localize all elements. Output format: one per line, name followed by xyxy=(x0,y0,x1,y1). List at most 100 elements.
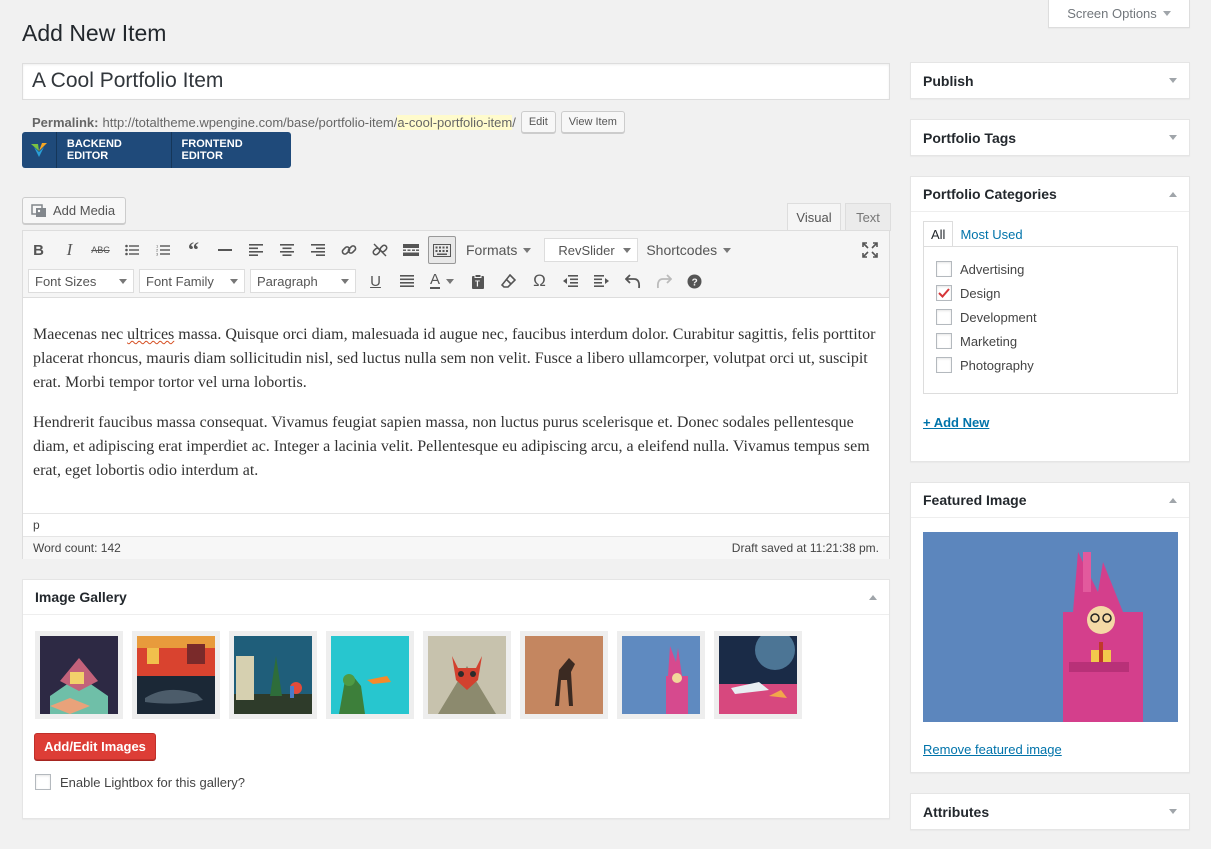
category-checkbox[interactable] xyxy=(936,261,952,277)
frontend-editor-button[interactable]: FRONTEND EDITOR xyxy=(172,132,291,168)
lightbox-checkbox[interactable] xyxy=(35,774,51,790)
paste-as-text-icon[interactable]: T xyxy=(462,267,493,295)
media-icon xyxy=(31,203,46,217)
image-gallery-header[interactable]: Image Gallery xyxy=(23,580,889,615)
gallery-thumbnail[interactable] xyxy=(326,631,414,719)
gallery-thumbnail[interactable] xyxy=(132,631,220,719)
lightbox-label: Enable Lightbox for this gallery? xyxy=(60,774,246,790)
tab-most-used[interactable]: Most Used xyxy=(953,221,1029,247)
page-title: Add New Item xyxy=(22,20,167,46)
portfolio-categories-header[interactable]: Portfolio Categories xyxy=(911,177,1189,212)
permalink-edit-button[interactable]: Edit xyxy=(520,111,556,133)
bold-icon[interactable]: B xyxy=(23,236,54,264)
expand-icon[interactable] xyxy=(1169,809,1177,814)
category-item[interactable]: Design xyxy=(924,281,1177,305)
editor-content[interactable]: Maecenas nec ultrices massa. Quisque orc… xyxy=(33,323,881,499)
categories-checklist: Advertising Design Development Marketing… xyxy=(923,246,1178,394)
view-item-button[interactable]: View Item xyxy=(560,111,625,133)
add-media-button[interactable]: Add Media xyxy=(22,197,126,224)
help-icon[interactable]: ? xyxy=(679,267,710,295)
screen-options-label: Screen Options xyxy=(1067,6,1157,21)
tab-all-categories[interactable]: All xyxy=(923,221,954,247)
misspelled-word: ultrices xyxy=(127,326,175,343)
featured-image-preview[interactable] xyxy=(923,532,1178,722)
permalink-base: http://totaltheme.wpengine.com/base/port… xyxy=(102,114,398,130)
category-checkbox[interactable] xyxy=(936,285,952,301)
blockquote-icon[interactable]: “ xyxy=(178,236,209,264)
backend-editor-button[interactable]: BACKEND EDITOR xyxy=(57,132,171,168)
category-checkbox[interactable] xyxy=(936,309,952,325)
collapse-icon[interactable] xyxy=(1169,497,1177,503)
paragraph-dropdown[interactable]: Paragraph xyxy=(250,269,356,293)
add-edit-images-button[interactable]: Add/Edit Images xyxy=(34,733,156,760)
add-new-category-link[interactable]: + Add New xyxy=(923,415,989,430)
toolbar-toggle-icon[interactable] xyxy=(428,236,456,264)
undo-icon[interactable] xyxy=(617,267,648,295)
redo-icon[interactable] xyxy=(648,267,679,295)
bulleted-list-icon[interactable] xyxy=(116,236,147,264)
portfolio-tags-header[interactable]: Portfolio Tags xyxy=(911,120,1189,155)
unlink-icon[interactable] xyxy=(364,236,395,264)
horizontal-line-icon[interactable] xyxy=(209,236,240,264)
permalink-slug[interactable]: a-cool-portfolio-item xyxy=(397,114,513,130)
read-more-icon[interactable] xyxy=(395,236,426,264)
image-gallery-title: Image Gallery xyxy=(35,589,127,605)
element-path[interactable]: p xyxy=(23,513,889,535)
align-center-icon[interactable] xyxy=(271,236,302,264)
category-item[interactable]: Marketing xyxy=(924,329,1177,353)
special-character-icon[interactable]: Ω xyxy=(524,267,555,295)
numbered-list-icon[interactable]: 123 xyxy=(147,236,178,264)
font-sizes-label: Font Sizes xyxy=(35,273,97,289)
permalink-label: Permalink: xyxy=(32,114,99,130)
align-left-icon[interactable] xyxy=(240,236,271,264)
expand-icon[interactable] xyxy=(1169,135,1177,140)
chevron-down-icon xyxy=(1162,11,1171,16)
collapse-icon[interactable] xyxy=(869,594,877,600)
category-item[interactable]: Advertising xyxy=(924,257,1177,281)
category-checkbox[interactable] xyxy=(936,333,952,349)
collapse-icon[interactable] xyxy=(1169,191,1177,197)
insert-link-icon[interactable] xyxy=(333,236,364,264)
font-family-dropdown[interactable]: Font Family xyxy=(139,269,245,293)
revslider-dropdown[interactable]: RevSlider xyxy=(544,238,639,262)
gallery-thumbnail[interactable] xyxy=(423,631,511,719)
content-paragraph: Hendrerit faucibus massa consequat. Viva… xyxy=(33,414,870,479)
font-sizes-dropdown[interactable]: Font Sizes xyxy=(28,269,134,293)
fullscreen-icon[interactable] xyxy=(854,236,885,264)
gallery-thumbnail[interactable] xyxy=(617,631,705,719)
chevron-down-icon xyxy=(623,247,632,253)
tab-visual[interactable]: Visual xyxy=(787,203,841,231)
gallery-thumbnail[interactable] xyxy=(520,631,608,719)
publish-title: Publish xyxy=(923,72,974,89)
post-title-input[interactable]: A Cool Portfolio Item xyxy=(22,63,890,100)
attributes-header[interactable]: Attributes xyxy=(911,794,1189,829)
formats-dropdown[interactable]: Formats xyxy=(458,237,539,263)
publish-header[interactable]: Publish xyxy=(911,63,1189,98)
remove-featured-image-link[interactable]: Remove featured image xyxy=(923,742,1062,757)
text-color-icon[interactable]: A xyxy=(422,267,462,295)
align-right-icon[interactable] xyxy=(302,236,333,264)
gallery-thumbnail[interactable] xyxy=(714,631,802,719)
category-checkbox[interactable] xyxy=(936,357,952,373)
italic-icon[interactable]: I xyxy=(54,236,85,264)
underline-icon[interactable]: U xyxy=(360,267,391,295)
gallery-thumbnail[interactable] xyxy=(229,631,317,719)
category-item[interactable]: Development xyxy=(924,305,1177,329)
featured-image-header[interactable]: Featured Image xyxy=(911,483,1189,518)
strikethrough-icon[interactable]: ABC xyxy=(85,236,116,264)
category-item[interactable]: Photography xyxy=(924,353,1177,377)
justify-icon[interactable] xyxy=(391,267,422,295)
attributes-box: Attributes xyxy=(910,793,1190,830)
portfolio-tags-box: Portfolio Tags xyxy=(910,119,1190,156)
outdent-icon[interactable] xyxy=(555,267,586,295)
chevron-down-icon xyxy=(230,278,238,284)
tab-text[interactable]: Text xyxy=(845,203,891,231)
shortcodes-dropdown[interactable]: Shortcodes xyxy=(638,237,739,263)
expand-icon[interactable] xyxy=(1169,78,1177,83)
chevron-down-icon xyxy=(723,247,732,253)
indent-icon[interactable] xyxy=(586,267,617,295)
clear-formatting-icon[interactable] xyxy=(493,267,524,295)
portfolio-categories-box: Portfolio Categories All Most Used Adver… xyxy=(910,176,1190,462)
gallery-thumbnail[interactable] xyxy=(35,631,123,719)
screen-options-button[interactable]: Screen Options xyxy=(1048,0,1190,28)
